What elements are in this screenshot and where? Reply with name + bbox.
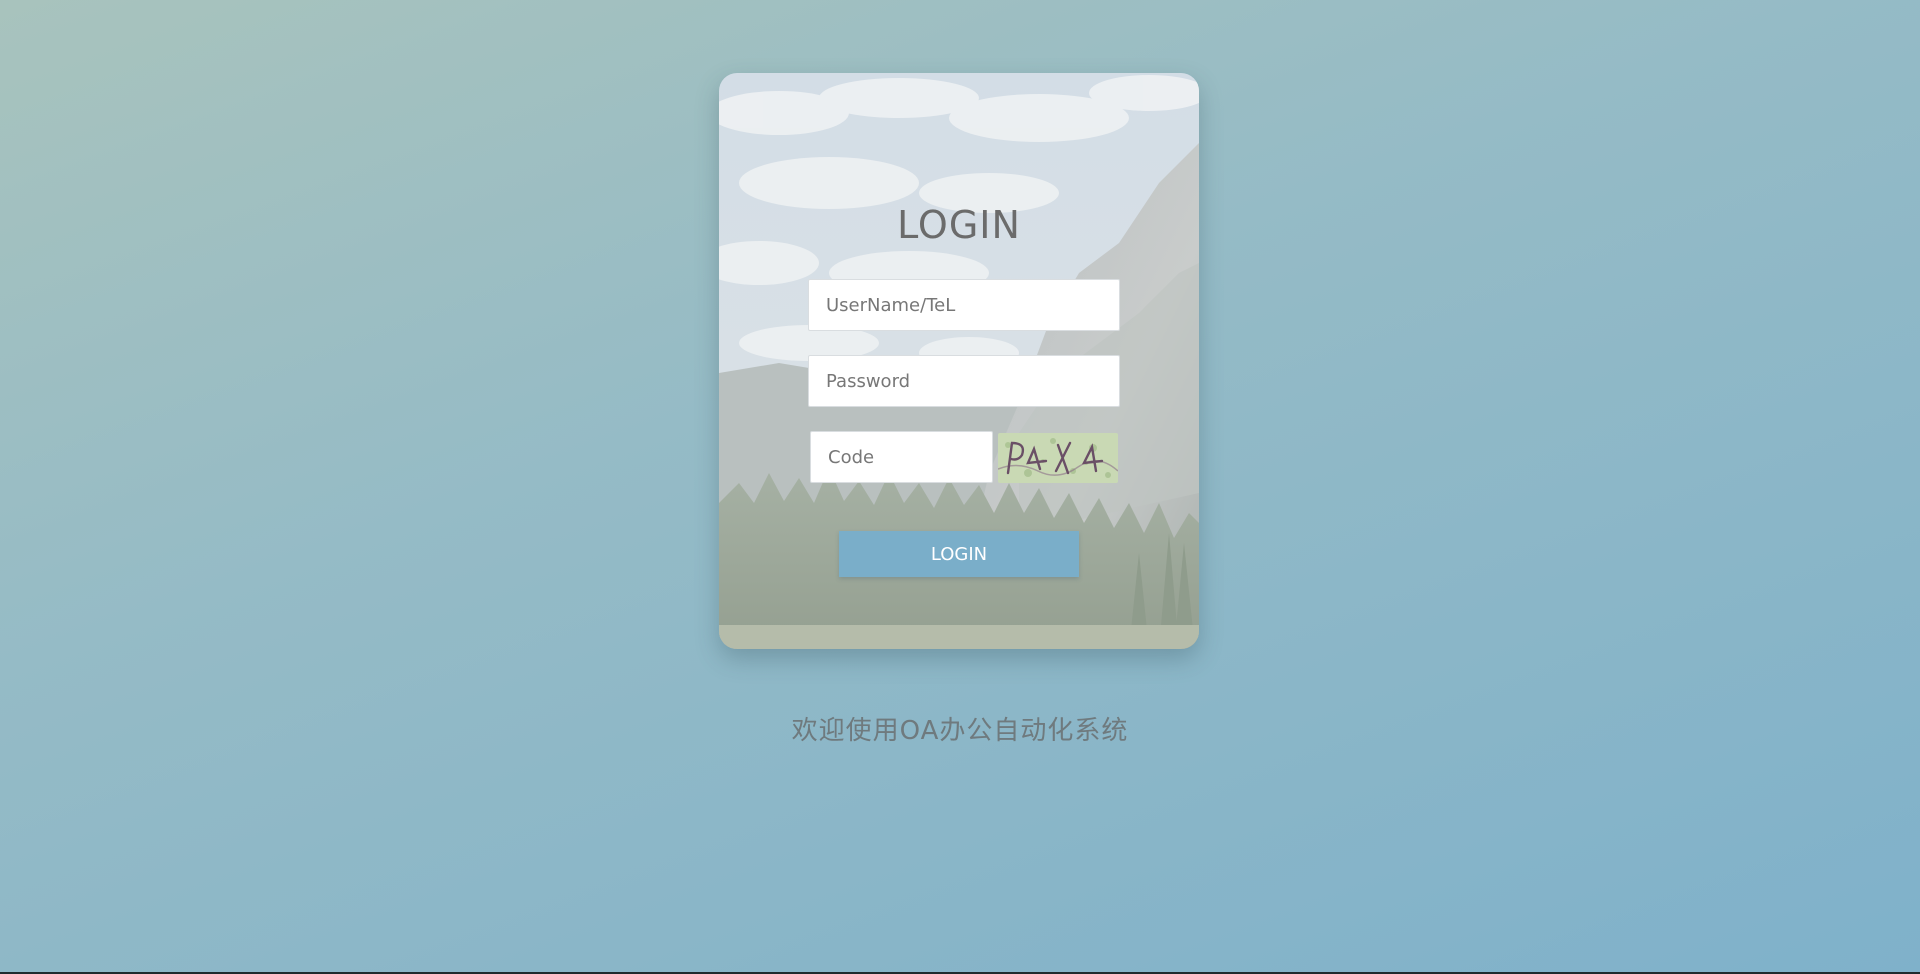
code-input[interactable]: [826, 445, 977, 469]
login-form: LOGIN UserName/TeL Code LOGIN: [719, 73, 1199, 649]
password-input[interactable]: [824, 369, 1104, 393]
login-title: LOGIN: [897, 203, 1021, 247]
login-card: LOGIN UserName/TeL Code LOGIN: [719, 73, 1199, 649]
login-button[interactable]: LOGIN: [839, 531, 1079, 577]
password-field[interactable]: [808, 355, 1120, 407]
username-input[interactable]: [824, 293, 1104, 317]
code-field[interactable]: [810, 431, 993, 483]
captcha-icon: [998, 433, 1118, 483]
welcome-text: 欢迎使用OA办公自动化系统: [791, 716, 1129, 746]
username-field[interactable]: [808, 279, 1120, 331]
captcha-image[interactable]: [998, 433, 1118, 483]
